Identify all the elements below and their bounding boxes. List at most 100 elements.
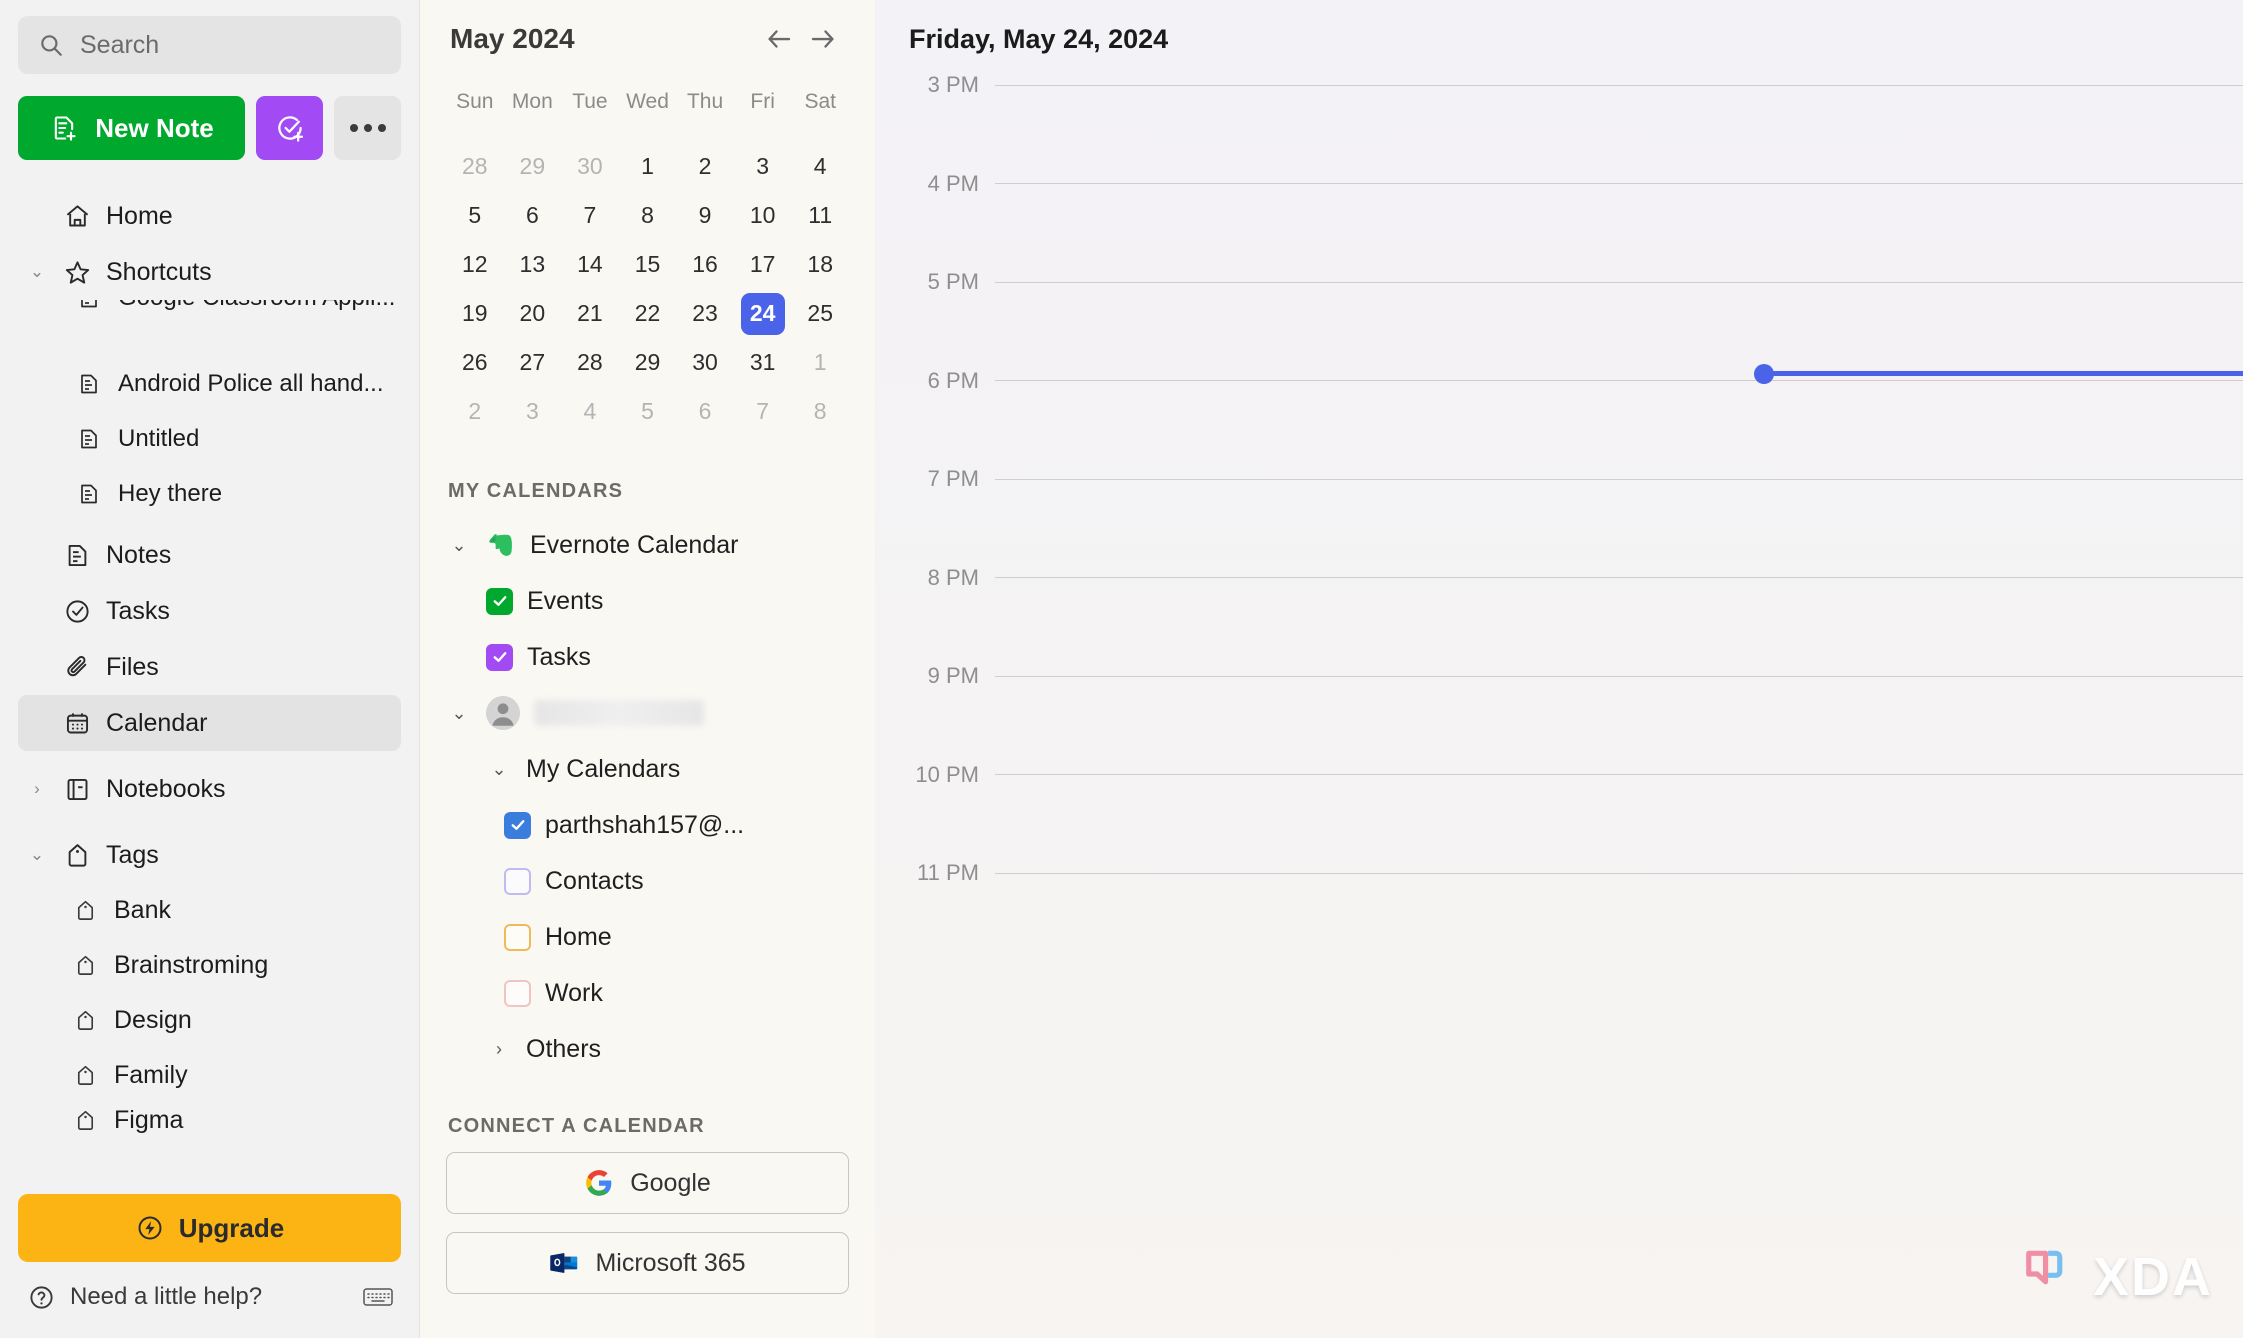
minicalendar-day[interactable]: 2 [446, 387, 504, 436]
minicalendar-day[interactable]: 14 [561, 240, 619, 289]
minicalendar-day[interactable]: 19 [446, 289, 504, 338]
minicalendar-day[interactable]: 20 [504, 289, 562, 338]
minicalendar-day[interactable]: 21 [561, 289, 619, 338]
minicalendar-day[interactable]: 3 [734, 142, 792, 191]
minicalendar-day[interactable]: 23 [676, 289, 734, 338]
connect-google-button[interactable]: Google [446, 1152, 849, 1214]
minicalendar-day[interactable]: 1 [791, 338, 849, 387]
minicalendar-day[interactable]: 13 [504, 240, 562, 289]
calendar-checkbox-events[interactable]: Events [446, 573, 849, 629]
chevron-down-icon[interactable]: ⌄ [446, 703, 472, 724]
shortcut-item-google-classroom[interactable]: Google Classroom Appli... [18, 300, 401, 325]
calendar-checkbox-primary-email[interactable]: parthshah157@... [446, 797, 849, 853]
minicalendar-day[interactable]: 12 [446, 240, 504, 289]
sidebar-item-notebooks[interactable]: › Notebooks [18, 761, 401, 817]
arrow-right-icon[interactable] [801, 17, 845, 61]
chevron-right-icon[interactable]: › [26, 779, 48, 799]
minicalendar-day[interactable]: 29 [504, 142, 562, 191]
hour-row[interactable]: 4 PM [875, 171, 2243, 197]
arrow-left-icon[interactable] [757, 17, 801, 61]
hour-row[interactable]: 10 PM [875, 762, 2243, 788]
checkbox-unchecked-icon[interactable] [504, 979, 531, 1007]
minicalendar-day[interactable]: 4 [791, 142, 849, 191]
new-note-button[interactable]: New Note [18, 96, 245, 160]
upgrade-button[interactable]: Upgrade [18, 1194, 401, 1262]
tag-item-brainstroming[interactable]: Brainstroming [18, 938, 401, 993]
help-row[interactable]: Need a little help? [18, 1282, 401, 1320]
tag-item-figma[interactable]: Figma [18, 1103, 401, 1137]
minicalendar-day[interactable]: 16 [676, 240, 734, 289]
minicalendar-day[interactable]: 6 [676, 387, 734, 436]
minicalendar-day[interactable]: 28 [446, 142, 504, 191]
minicalendar-day[interactable]: 11 [791, 191, 849, 240]
calendar-checkbox-work[interactable]: Work [446, 965, 849, 1021]
search-input[interactable]: Search [18, 16, 401, 74]
minicalendar-day[interactable]: 17 [734, 240, 792, 289]
minicalendar-day[interactable]: 1 [619, 142, 677, 191]
chevron-down-icon[interactable]: ⌄ [486, 759, 512, 780]
chevron-down-icon[interactable]: ⌄ [26, 262, 48, 282]
tag-item-bank[interactable]: Bank [18, 883, 401, 938]
calendar-checkbox-contacts[interactable]: Contacts [446, 853, 849, 909]
calendar-checkbox-tasks[interactable]: Tasks [446, 629, 849, 685]
sidebar-item-calendar[interactable]: Calendar [18, 695, 401, 751]
calendar-group-my-calendars[interactable]: ⌄ My Calendars [446, 741, 849, 797]
hour-row[interactable]: 11 PM [875, 860, 2243, 886]
sidebar-item-tags[interactable]: ⌄ Tags [18, 827, 401, 883]
calendar-group-evernote[interactable]: ⌄ Evernote Calendar [446, 517, 849, 573]
sidebar-item-shortcuts[interactable]: ⌄ Shortcuts [18, 244, 401, 300]
minicalendar-day[interactable]: 4 [561, 387, 619, 436]
checkbox-checked-icon[interactable] [486, 587, 513, 615]
minicalendar-day[interactable]: 8 [791, 387, 849, 436]
minicalendar-day[interactable]: 2 [676, 142, 734, 191]
minicalendar-day[interactable]: 3 [504, 387, 562, 436]
minicalendar-day[interactable]: 27 [504, 338, 562, 387]
minicalendar-day[interactable]: 25 [791, 289, 849, 338]
calendar-checkbox-home[interactable]: Home [446, 909, 849, 965]
minicalendar-day[interactable]: 15 [619, 240, 677, 289]
minicalendar-day[interactable]: 7 [561, 191, 619, 240]
minicalendar-day[interactable]: 5 [619, 387, 677, 436]
minicalendar-day[interactable]: 26 [446, 338, 504, 387]
minicalendar-grid[interactable]: 28 29 30 1 2 3 4 5 6 7 8 9 10 11 12 13 14 15 16 17 18 19 20 21 2… [446, 142, 849, 436]
hour-row[interactable]: 5 PM [875, 269, 2243, 295]
calendar-group-others[interactable]: › Others [446, 1021, 849, 1077]
new-task-button[interactable] [256, 96, 323, 160]
minicalendar-day[interactable]: 18 [791, 240, 849, 289]
hour-row[interactable]: 3 PM [875, 72, 2243, 98]
sidebar-nav[interactable]: Home ⌄ Shortcuts Google Classroom Appli.… [0, 188, 419, 1194]
hour-row[interactable]: 7 PM [875, 466, 2243, 492]
minicalendar-day[interactable]: 7 [734, 387, 792, 436]
shortcut-item-hey-there[interactable]: Hey there [18, 466, 401, 521]
tag-item-family[interactable]: Family [18, 1048, 401, 1103]
hour-row[interactable]: 9 PM [875, 663, 2243, 689]
shortcut-clipped-row[interactable]: Google Classroom Appli... [18, 300, 401, 356]
sidebar-item-notes[interactable]: Notes [18, 527, 401, 583]
calendar-group-account[interactable]: ⌄ [446, 685, 849, 741]
minicalendar-day[interactable]: 30 [676, 338, 734, 387]
checkbox-unchecked-icon[interactable] [504, 867, 531, 895]
more-options-button[interactable] [334, 96, 401, 160]
sidebar-item-tasks[interactable]: Tasks [18, 583, 401, 639]
checkbox-checked-icon[interactable] [486, 643, 513, 671]
sidebar-item-home[interactable]: Home [18, 188, 401, 244]
minicalendar-day[interactable]: 9 [676, 191, 734, 240]
minicalendar-day[interactable]: 8 [619, 191, 677, 240]
keyboard-icon[interactable] [363, 1282, 393, 1312]
sidebar-item-files[interactable]: Files [18, 639, 401, 695]
minicalendar-day[interactable]: 31 [734, 338, 792, 387]
minicalendar-day[interactable]: 10 [734, 191, 792, 240]
chevron-right-icon[interactable]: › [486, 1039, 512, 1060]
minicalendar-day[interactable]: 5 [446, 191, 504, 240]
checkbox-checked-icon[interactable] [504, 811, 531, 839]
minicalendar-day[interactable]: 22 [619, 289, 677, 338]
tag-item-design[interactable]: Design [18, 993, 401, 1048]
minicalendar-day-selected[interactable]: 24 [734, 289, 792, 338]
shortcut-item-untitled[interactable]: Untitled [18, 411, 401, 466]
chevron-down-icon[interactable]: ⌄ [26, 845, 48, 865]
minicalendar-day[interactable]: 29 [619, 338, 677, 387]
minicalendar-day[interactable]: 30 [561, 142, 619, 191]
shortcut-item-android-police[interactable]: Android Police all hand... [18, 356, 401, 411]
day-view-grid[interactable]: 3 PM 4 PM 5 PM 6 PM 7 PM 8 PM 9 PM 10 PM 11 PM [875, 60, 2243, 1338]
minicalendar-day[interactable]: 28 [561, 338, 619, 387]
